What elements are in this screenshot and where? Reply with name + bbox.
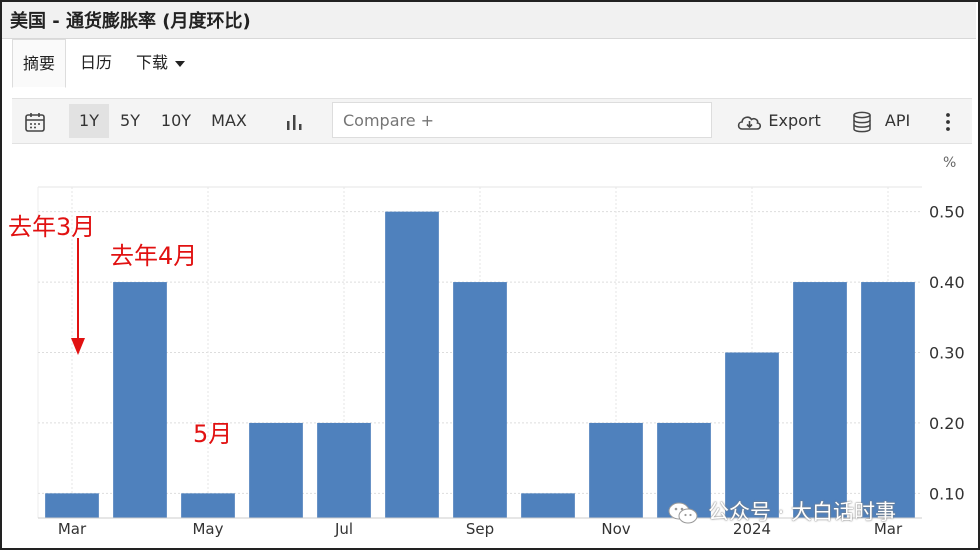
bar: [45, 493, 99, 518]
bar: [113, 282, 167, 518]
chevron-down-icon: [175, 60, 186, 67]
bar: [453, 282, 507, 518]
annotation-last-march: 去年3月: [8, 213, 96, 241]
bar: [861, 282, 915, 518]
y-tick-label: 0.20: [929, 414, 965, 433]
inflation-bar-chart: 0.100.200.300.400.50%Mar May Jul Sep Nov 2024…: [37, 155, 965, 538]
x-tick-label: Sep: [466, 520, 494, 538]
y-tick-label: 0.50: [929, 203, 965, 222]
export-label: Export: [768, 111, 821, 130]
calendar-icon[interactable]: [20, 104, 50, 138]
y-tick-label: 0.10: [929, 484, 965, 503]
more-options-icon[interactable]: [934, 104, 962, 138]
range-1y-button[interactable]: 1Y: [69, 104, 109, 138]
export-button[interactable]: Export: [732, 104, 824, 138]
annotation-arrow: [71, 238, 85, 355]
bar: [181, 493, 235, 518]
bar: [385, 211, 439, 519]
tab-summary-label: 摘要: [23, 54, 56, 73]
page-title: 美国 - 通货膨胀率 (月度环比): [10, 11, 251, 32]
y-axis-unit-label: %: [943, 155, 956, 171]
annotation-last-april: 去年4月: [110, 242, 198, 270]
bar: [521, 493, 575, 518]
x-tick-label: Mar: [58, 520, 87, 538]
api-label: API: [884, 111, 911, 130]
tab-bar: 摘要 日历 下载: [2, 39, 976, 88]
tab-download-label: 下载: [136, 53, 169, 72]
x-tick-label: May: [192, 520, 223, 538]
bar: [589, 422, 643, 518]
tab-summary[interactable]: 摘要: [12, 39, 67, 88]
watermark: 公众号 · 大白话时事: [668, 496, 896, 526]
compare-input[interactable]: [332, 102, 712, 138]
chart-toolbar: 1Y 5Y 10Y MAX Export API: [12, 98, 972, 144]
bar: [249, 422, 303, 518]
api-button[interactable]: API: [846, 104, 916, 138]
tab-calendar[interactable]: 日历: [80, 39, 112, 86]
watermark-text: 公众号 · 大白话时事: [708, 500, 897, 524]
chart-type-icon[interactable]: [280, 104, 308, 138]
bar: [317, 422, 371, 518]
y-tick-label: 0.40: [929, 273, 965, 292]
x-tick-label: Nov: [601, 520, 630, 538]
title-bar: 美国 - 通货膨胀率 (月度环比): [2, 2, 976, 39]
database-icon: [853, 111, 871, 132]
annotation-may: 5月: [193, 420, 233, 448]
bar: [793, 282, 847, 518]
cloud-download-icon: [738, 115, 762, 130]
y-tick-label: 0.30: [929, 344, 965, 363]
range-max-button[interactable]: MAX: [205, 104, 253, 138]
wechat-icon: [668, 502, 698, 524]
bar: [725, 352, 779, 518]
tab-calendar-label: 日历: [80, 53, 113, 72]
tab-download[interactable]: 下载: [136, 39, 186, 86]
x-tick-label: Jul: [334, 520, 353, 538]
range-5y-button[interactable]: 5Y: [113, 104, 147, 138]
range-10y-button[interactable]: 10Y: [155, 104, 197, 138]
